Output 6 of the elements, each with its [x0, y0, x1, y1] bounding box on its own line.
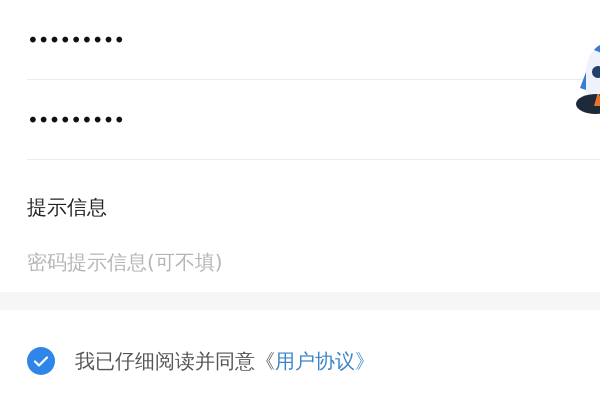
hint-label: 提示信息 [26, 194, 108, 221]
agreement-text: 我已仔细阅读并同意《用户协议》 [75, 348, 375, 375]
agree-checkbox[interactable] [27, 347, 55, 375]
password-field[interactable]: ••••••••• [27, 104, 327, 134]
user-agreement-link[interactable]: 用户协议》 [275, 349, 375, 373]
password-field[interactable]: ••••••••• [27, 24, 327, 54]
